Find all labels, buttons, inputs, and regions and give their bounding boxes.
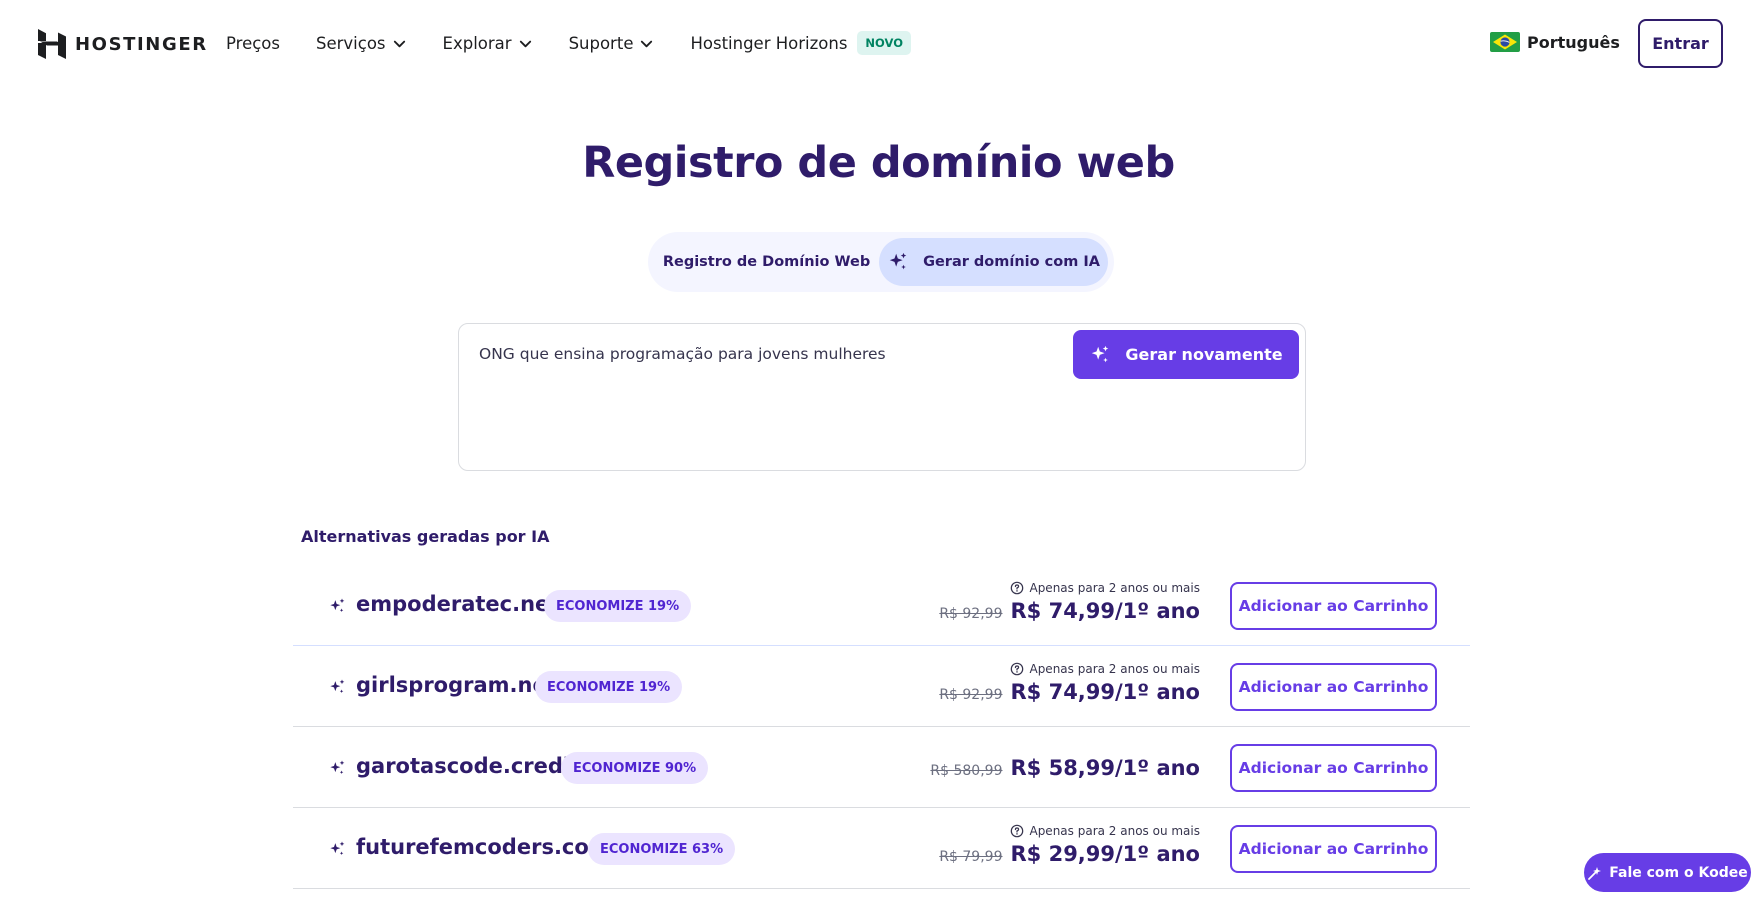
login-button[interactable]: Entrar <box>1638 19 1723 68</box>
sparkles-icon <box>330 841 345 855</box>
kodee-sparkle-icon <box>1588 866 1602 880</box>
chevron-down-icon <box>393 40 405 47</box>
domain-result-row: futurefemcoders.com ECONOMIZE 63% Apenas… <box>293 808 1470 889</box>
price-note-text: Apenas para 2 anos ou mais <box>1029 662 1200 676</box>
price-line: R$ 79,99 R$ 29,99/1º ano <box>939 842 1200 866</box>
nav-item-precos[interactable]: Preços <box>226 34 280 53</box>
old-price: R$ 79,99 <box>939 849 1003 865</box>
current-price: R$ 74,99/1º ano <box>1010 680 1200 704</box>
sparkles-icon <box>889 252 907 270</box>
prompt-text: ONG que ensina programação para jovens m… <box>479 345 886 363</box>
language-selector[interactable]: Português <box>1490 32 1620 52</box>
discount-badge: ECONOMIZE 19% <box>535 671 683 703</box>
nav-item-label: Hostinger Horizons <box>690 33 848 53</box>
price-line: R$ 580,99 R$ 58,99/1º ano <box>930 756 1200 780</box>
hostinger-logo[interactable]: HOSTINGER <box>38 29 208 59</box>
tab-label: Gerar domínio com IA <box>923 254 1100 270</box>
price-line: R$ 92,99 R$ 74,99/1º ano <box>939 680 1200 704</box>
domain-result-row: garotascode.credit ECONOMIZE 90% R$ 580,… <box>293 727 1470 808</box>
discount-badge: ECONOMIZE 63% <box>588 833 736 865</box>
page-title: Registro de domínio web <box>582 138 1175 188</box>
nav-item-servicos[interactable]: Serviços <box>316 34 407 53</box>
domain-name: girlsprogram.net <box>356 673 557 697</box>
regenerate-button[interactable]: Gerar novamente <box>1073 330 1299 379</box>
chevron-down-icon <box>641 40 653 47</box>
nav-item-label: Explorar <box>442 33 512 53</box>
tab-label: Registro de Domínio Web <box>662 254 871 270</box>
kodee-chat-label: Fale com o Kodee <box>1609 864 1748 881</box>
domain-results-list: empoderatec.net ECONOMIZE 19% Apenas par… <box>293 565 1470 889</box>
price-block: Apenas para 2 anos ou mais R$ 79,99 R$ 2… <box>939 824 1200 866</box>
current-price: R$ 29,99/1º ano <box>1010 842 1200 866</box>
new-badge: NOVO <box>857 31 911 55</box>
add-to-cart-button[interactable]: Adicionar ao Carrinho <box>1230 663 1437 711</box>
domain-name: futurefemcoders.com <box>356 835 611 859</box>
price-note: Apenas para 2 anos ou mais <box>939 824 1200 838</box>
domain-name: empoderatec.net <box>356 592 560 616</box>
discount-badge: ECONOMIZE 19% <box>544 590 692 622</box>
price-block: Apenas para 2 anos ou mais R$ 92,99 R$ 7… <box>939 662 1200 704</box>
nav-item-hostinger-horizons[interactable]: Hostinger Horizons NOVO <box>690 31 911 55</box>
sparkles-icon <box>1092 345 1109 362</box>
nav-item-label: Preços <box>226 33 280 53</box>
price-block: R$ 580,99 R$ 58,99/1º ano <box>930 756 1200 780</box>
results-heading: Alternativas geradas por IA <box>301 527 550 546</box>
help-circle-icon[interactable] <box>1010 581 1024 595</box>
sparkles-icon <box>330 598 345 612</box>
current-price: R$ 74,99/1º ano <box>1010 599 1200 623</box>
domain-result-row: empoderatec.net ECONOMIZE 19% Apenas par… <box>293 565 1470 646</box>
hostinger-logo-icon <box>38 29 66 59</box>
search-mode-tabs: Registro de Domínio Web Gerar domínio co… <box>648 232 1114 292</box>
price-note-text: Apenas para 2 anos ou mais <box>1029 581 1200 595</box>
old-price: R$ 580,99 <box>930 763 1003 779</box>
site-header: HOSTINGER Preços Serviços Explorar Supor… <box>0 0 1757 88</box>
add-to-cart-button[interactable]: Adicionar ao Carrinho <box>1230 744 1437 792</box>
sparkles-icon <box>330 679 345 693</box>
sparkles-icon <box>330 760 345 774</box>
brazil-flag-icon <box>1490 32 1520 52</box>
price-block: Apenas para 2 anos ou mais R$ 92,99 R$ 7… <box>939 581 1200 623</box>
main-nav: Preços Serviços Explorar Suporte Hosting… <box>226 31 947 55</box>
add-to-cart-button[interactable]: Adicionar ao Carrinho <box>1230 582 1437 630</box>
tab-domain-registration[interactable]: Registro de Domínio Web <box>654 238 879 286</box>
nav-item-label: Suporte <box>568 33 634 53</box>
old-price: R$ 92,99 <box>939 687 1003 703</box>
help-circle-icon[interactable] <box>1010 662 1024 676</box>
chevron-down-icon <box>519 40 531 47</box>
tab-ai-domain-generator[interactable]: Gerar domínio com IA <box>879 238 1108 286</box>
help-circle-icon[interactable] <box>1010 824 1024 838</box>
add-to-cart-button[interactable]: Adicionar ao Carrinho <box>1230 825 1437 873</box>
price-note-text: Apenas para 2 anos ou mais <box>1029 824 1200 838</box>
logo-text: HOSTINGER <box>75 33 208 55</box>
domain-result-row: girlsprogram.net ECONOMIZE 19% Apenas pa… <box>293 646 1470 727</box>
domain-name: garotascode.credit <box>356 754 581 778</box>
nav-item-label: Serviços <box>316 33 386 53</box>
current-price: R$ 58,99/1º ano <box>1010 756 1200 780</box>
language-label: Português <box>1527 32 1620 52</box>
price-note: Apenas para 2 anos ou mais <box>939 581 1200 595</box>
regenerate-button-label: Gerar novamente <box>1125 345 1283 364</box>
nav-item-suporte[interactable]: Suporte <box>569 34 655 53</box>
ai-prompt-textarea[interactable]: ONG que ensina programação para jovens m… <box>458 323 1306 471</box>
old-price: R$ 92,99 <box>939 606 1003 622</box>
nav-item-explorar[interactable]: Explorar <box>443 34 533 53</box>
discount-badge: ECONOMIZE 90% <box>561 752 709 784</box>
price-note: Apenas para 2 anos ou mais <box>939 662 1200 676</box>
kodee-chat-button[interactable]: Fale com o Kodee <box>1584 853 1751 892</box>
price-line: R$ 92,99 R$ 74,99/1º ano <box>939 599 1200 623</box>
